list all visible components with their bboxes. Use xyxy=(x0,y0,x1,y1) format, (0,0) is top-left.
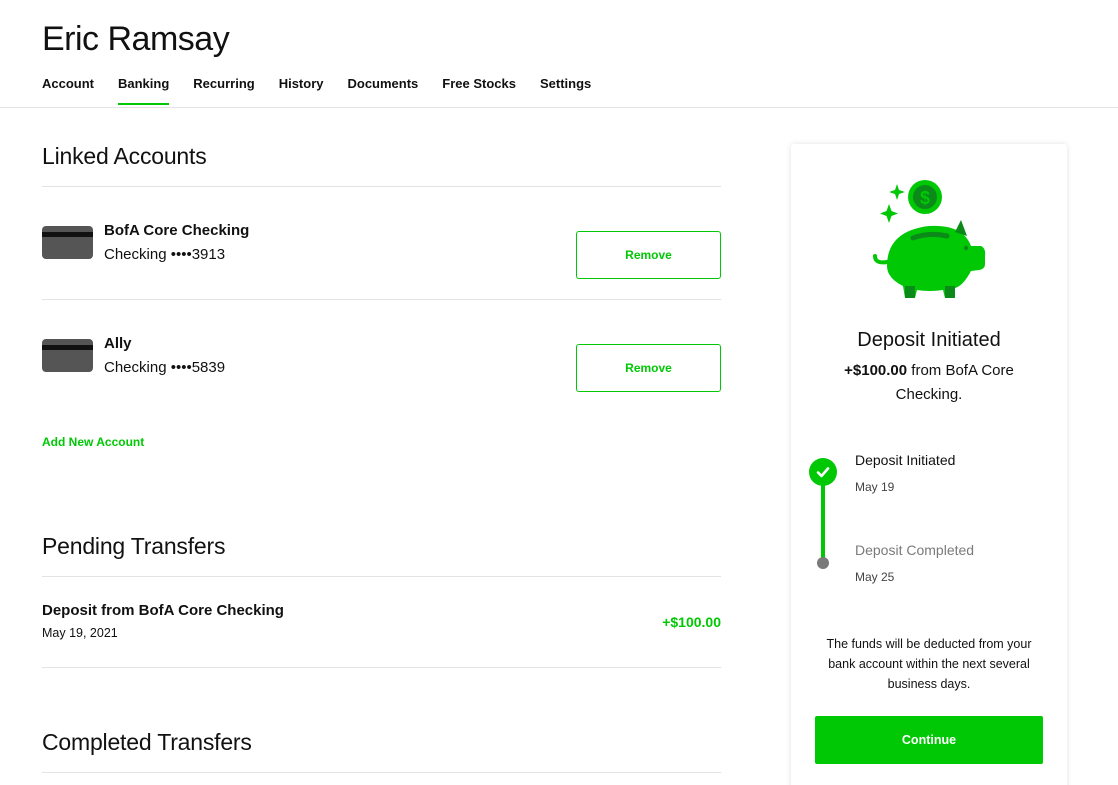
check-icon xyxy=(809,458,837,486)
card-icon xyxy=(42,339,93,372)
linked-account-row: BofA Core Checking Checking ••••3913 Rem… xyxy=(42,187,721,300)
header-divider xyxy=(0,107,1118,108)
pending-step-dot xyxy=(817,557,829,569)
svg-text:$: $ xyxy=(920,188,930,208)
account-detail: Checking ••••3913 xyxy=(104,246,226,263)
tab-free-stocks[interactable]: Free Stocks xyxy=(442,76,516,105)
panel-title: Deposit Initiated xyxy=(857,329,1001,351)
deduction-note: The funds will be deducted from your ban… xyxy=(826,637,1032,691)
account-detail: Checking ••••5839 xyxy=(104,359,226,376)
tab-history[interactable]: History xyxy=(279,76,324,105)
transfer-amount: +$100.00 xyxy=(662,614,721,630)
account-name: BofA Core Checking xyxy=(104,222,250,239)
add-new-account-link[interactable]: Add New Account xyxy=(42,435,144,449)
progress-line xyxy=(821,474,825,562)
deposit-amount: +$100.00 xyxy=(844,362,908,379)
card-icon xyxy=(42,226,93,259)
pending-transfers-title: Pending Transfers xyxy=(42,533,226,559)
remove-account-button[interactable]: Remove xyxy=(576,344,721,392)
step-date: May 25 xyxy=(855,570,895,584)
step-label: Deposit Completed xyxy=(855,542,975,558)
account-name: Ally xyxy=(104,335,132,352)
user-name: Eric Ramsay xyxy=(42,20,230,58)
step-date: May 19 xyxy=(855,480,895,494)
tab-documents[interactable]: Documents xyxy=(348,76,419,105)
sparkle-icon xyxy=(889,184,905,200)
sparkle-icon xyxy=(880,204,898,223)
continue-button[interactable]: Continue xyxy=(815,716,1043,764)
remove-account-button[interactable]: Remove xyxy=(576,231,721,279)
transfer-title: Deposit from BofA Core Checking xyxy=(42,602,284,619)
divider xyxy=(42,667,721,668)
deposit-source: from BofA Core Checking. xyxy=(895,362,1014,403)
linked-account-row: Ally Checking ••••5839 Remove xyxy=(42,300,721,413)
top-nav: Account Banking Recurring History Docume… xyxy=(42,76,615,105)
transfer-row[interactable]: Deposit from BofA Core Checking May 19, … xyxy=(42,577,721,667)
tab-recurring[interactable]: Recurring xyxy=(193,76,254,105)
piggy-bank-icon: $ xyxy=(873,180,986,298)
panel-subtitle: +$100.00 from BofA Core Checking. xyxy=(831,359,1027,407)
divider xyxy=(42,772,721,773)
linked-accounts-title: Linked Accounts xyxy=(42,143,207,169)
deposit-status-panel: $ Deposit Initiated +$100.00 from BofA C… xyxy=(791,144,1067,785)
transfer-date: May 19, 2021 xyxy=(42,626,118,640)
tab-settings[interactable]: Settings xyxy=(540,76,591,105)
tab-banking[interactable]: Banking xyxy=(118,76,170,105)
step-label: Deposit Initiated xyxy=(855,452,956,468)
completed-transfers-title: Completed Transfers xyxy=(42,729,252,755)
tab-account[interactable]: Account xyxy=(42,76,94,105)
